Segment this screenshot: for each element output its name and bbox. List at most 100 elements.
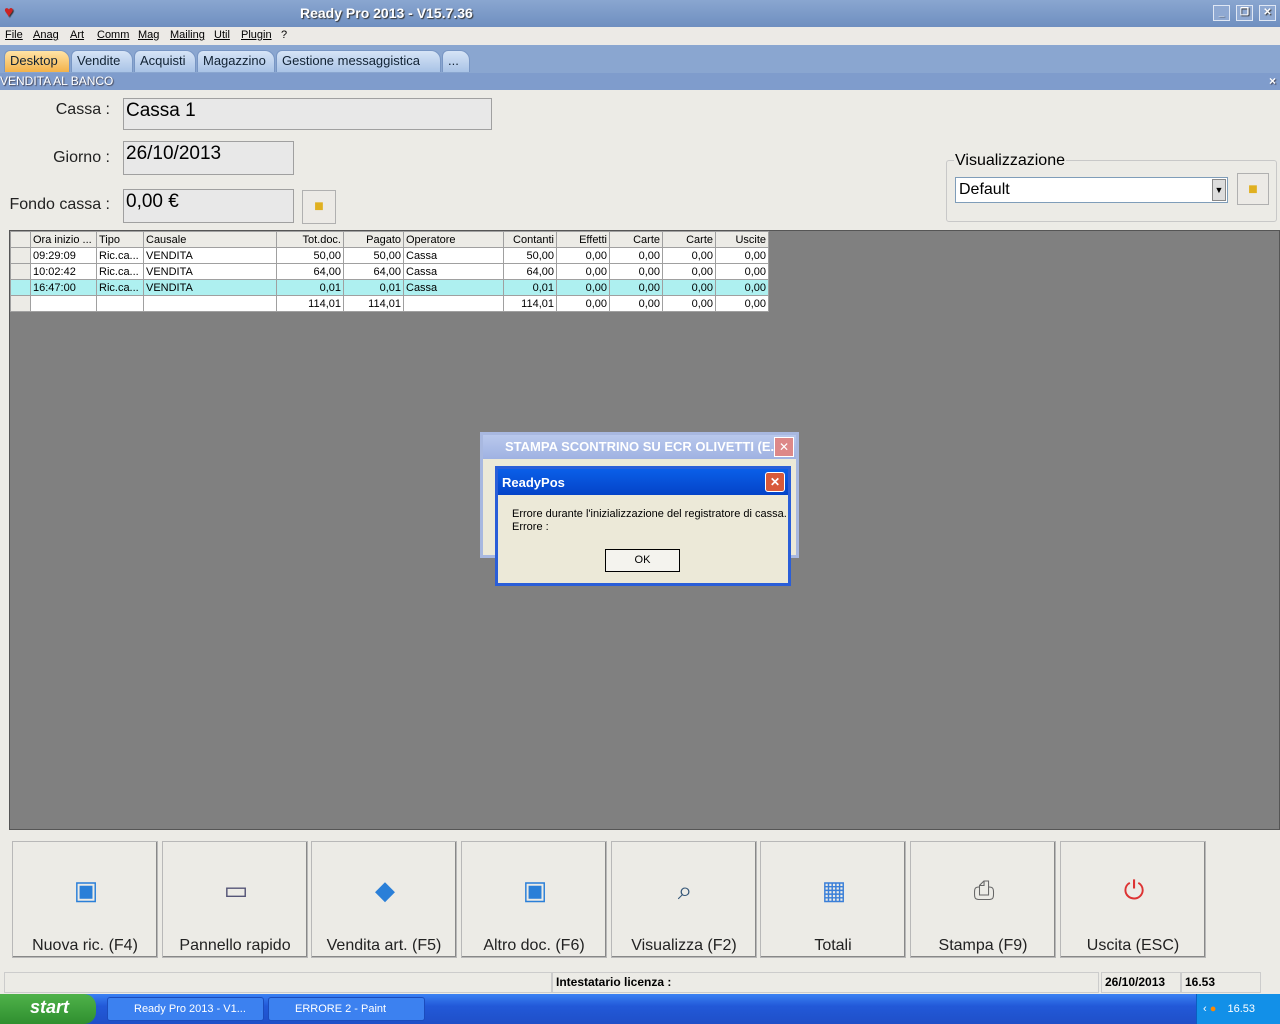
menu-file[interactable]: File xyxy=(5,29,23,41)
menu-mag[interactable]: Mag xyxy=(138,29,159,41)
monitor-icon: ▭ xyxy=(223,875,249,905)
tab-vendite[interactable]: Vendite xyxy=(71,50,133,72)
tab-magazzino[interactable]: Magazzino xyxy=(197,50,275,72)
tab-acquisti[interactable]: Acquisti xyxy=(134,50,196,72)
table-cell: 16:47:00 xyxy=(30,279,97,296)
visualizzazione-value: Default xyxy=(959,181,1010,198)
visualizzazione-group: Visualizzazione Default ▼ ■ xyxy=(946,152,1277,222)
action-button-pannello[interactable]: ▭ Pannello rapido xyxy=(162,841,308,958)
column-header[interactable]: Uscite xyxy=(715,231,769,248)
column-header[interactable]: Effetti xyxy=(556,231,610,248)
table-cell: 0,00 xyxy=(662,247,716,264)
row-indicator[interactable] xyxy=(10,279,31,296)
row-indicator[interactable] xyxy=(10,295,31,312)
column-header[interactable]: Operatore xyxy=(403,231,504,248)
menu-util[interactable]: Util xyxy=(214,29,230,41)
row-indicator[interactable] xyxy=(10,247,31,264)
title-bar: ♥ Ready Pro 2013 - V15.7.36 _ ❐ ✕ xyxy=(0,0,1280,27)
table-cell: 64,00 xyxy=(503,263,557,280)
start-button[interactable]: start xyxy=(0,994,96,1024)
system-tray: ‹ ● 16.53 xyxy=(1196,994,1280,1024)
table-cell: VENDITA xyxy=(143,247,277,264)
visualizzazione-folder-icon[interactable]: ■ xyxy=(1237,173,1269,205)
task-ready-pro[interactable]: Ready Pro 2013 - V1... xyxy=(107,997,264,1021)
action-button-visualizza[interactable]: ⌕ Visualizza (F2) xyxy=(611,841,757,958)
taskbar: start Ready Pro 2013 - V1... ERRORE 2 - … xyxy=(0,994,1280,1024)
button-label: Uscita (ESC) xyxy=(1086,937,1180,954)
column-header[interactable]: Causale xyxy=(143,231,277,248)
table-cell: 0,00 xyxy=(609,247,663,264)
tab-more[interactable]: ... xyxy=(442,50,470,72)
error-dialog-title: ReadyPos xyxy=(498,469,788,495)
table-cell: Cassa xyxy=(403,247,504,264)
cassa-label: Cassa : xyxy=(55,101,110,118)
table-cell: 0,01 xyxy=(276,279,344,296)
column-header[interactable]: Pagato xyxy=(343,231,404,248)
giorno-field[interactable]: 26/10/2013 xyxy=(123,141,294,175)
menu-plugin[interactable]: Plugin xyxy=(241,29,272,41)
task-paint[interactable]: ERRORE 2 - Paint xyxy=(268,997,425,1021)
column-header[interactable]: Tot.doc. xyxy=(276,231,344,248)
table-cell: 0,01 xyxy=(343,279,404,296)
error-dialog-close-icon[interactable]: ✕ xyxy=(765,472,785,492)
row-indicator[interactable] xyxy=(10,263,31,280)
visualizzazione-select[interactable]: Default ▼ xyxy=(955,177,1228,203)
panel-close-icon[interactable]: × xyxy=(1269,73,1276,90)
ok-button[interactable]: OK xyxy=(605,549,680,572)
print-dialog-close-icon[interactable]: ✕ xyxy=(774,437,794,457)
minimize-button[interactable]: _ xyxy=(1213,5,1230,21)
menu-comm[interactable]: Comm xyxy=(97,29,129,41)
action-button-stampa[interactable]: ⎙ Stampa (F9) xyxy=(910,841,1056,958)
table-row[interactable]: 10:02:42 Ric.ca... VENDITA 64,00 64,00 Cassa 6… xyxy=(10,263,769,280)
column-header[interactable]: Carte xyxy=(609,231,663,248)
table-cell xyxy=(403,295,504,312)
column-header[interactable]: Carte xyxy=(662,231,716,248)
table-cell: 64,00 xyxy=(276,263,344,280)
menu-help[interactable]: ? xyxy=(281,29,287,41)
table-row[interactable]: 16:47:00 Ric.ca... VENDITA 0,01 0,01 Cassa 0,0… xyxy=(10,279,769,296)
tray-expand-icon[interactable]: ‹ xyxy=(1203,1003,1207,1015)
chevron-down-icon[interactable]: ▼ xyxy=(1212,179,1226,201)
action-button-altro[interactable]: ▣ Altro doc. (F6) xyxy=(461,841,607,958)
action-button-totali[interactable]: ▦ Totali xyxy=(760,841,906,958)
menu-bar: File Anag Art Comm Mag Mailing Util Plug… xyxy=(0,27,1280,45)
row-indicator[interactable] xyxy=(10,231,31,248)
button-label: Vendita art. (F5) xyxy=(326,937,442,954)
table-cell: 50,00 xyxy=(276,247,344,264)
table-cell: 0,00 xyxy=(715,247,769,264)
table-cell: 0,00 xyxy=(609,279,663,296)
license-holder: Intestatario licenza : xyxy=(552,972,1099,993)
column-header[interactable]: Tipo xyxy=(96,231,144,248)
menu-mailing[interactable]: Mailing xyxy=(170,29,205,41)
menu-art[interactable]: Art xyxy=(70,29,84,41)
table-cell: 50,00 xyxy=(343,247,404,264)
table-header[interactable]: Ora inizio ... Tipo Causale Tot.doc. Pagato O… xyxy=(10,231,769,248)
restore-button[interactable]: ❐ xyxy=(1236,5,1253,21)
table-cell: 0,00 xyxy=(556,247,610,264)
status-date: 26/10/2013 xyxy=(1101,972,1181,993)
table-cell: 50,00 xyxy=(503,247,557,264)
tab-gestione-messaggistica[interactable]: Gestione messaggistica xyxy=(276,50,441,72)
tray-clock: 16.53 xyxy=(1227,1003,1255,1015)
action-button-vendita[interactable]: ◆ Vendita art. (F5) xyxy=(311,841,457,958)
totals-row[interactable]: 114,01 114,01 114,01 0,00 0,00 0,00 0,00 xyxy=(10,295,769,312)
cassa-field[interactable]: Cassa 1 xyxy=(123,98,492,130)
action-button-nuova[interactable]: ▣ Nuova ric. (F4) xyxy=(12,841,158,958)
close-button[interactable]: ✕ xyxy=(1259,5,1276,21)
calculator-icon: ▦ xyxy=(821,875,847,905)
error-detail: Errore : xyxy=(512,521,549,533)
folder-icon[interactable]: ■ xyxy=(302,190,336,224)
table-cell: Cassa xyxy=(403,263,504,280)
menu-anag[interactable]: Anag xyxy=(33,29,59,41)
column-header[interactable]: Contanti xyxy=(503,231,557,248)
tray-app-icon[interactable]: ● xyxy=(1210,1003,1217,1015)
action-button-uscita[interactable]: ⏻ Uscita (ESC) xyxy=(1060,841,1206,958)
table-row[interactable]: 09:29:09 Ric.ca... VENDITA 50,00 50,00 Cassa 5… xyxy=(10,247,769,264)
table-cell: 64,00 xyxy=(343,263,404,280)
tab-desktop[interactable]: Desktop xyxy=(4,50,70,72)
fondo-cassa-field[interactable]: 0,00 € xyxy=(123,189,294,223)
table-cell: Ric.ca... xyxy=(96,263,144,280)
box-add-icon: ▣ xyxy=(73,875,99,905)
table-cell: 0,00 xyxy=(662,279,716,296)
column-header[interactable]: Ora inizio ... xyxy=(30,231,97,248)
